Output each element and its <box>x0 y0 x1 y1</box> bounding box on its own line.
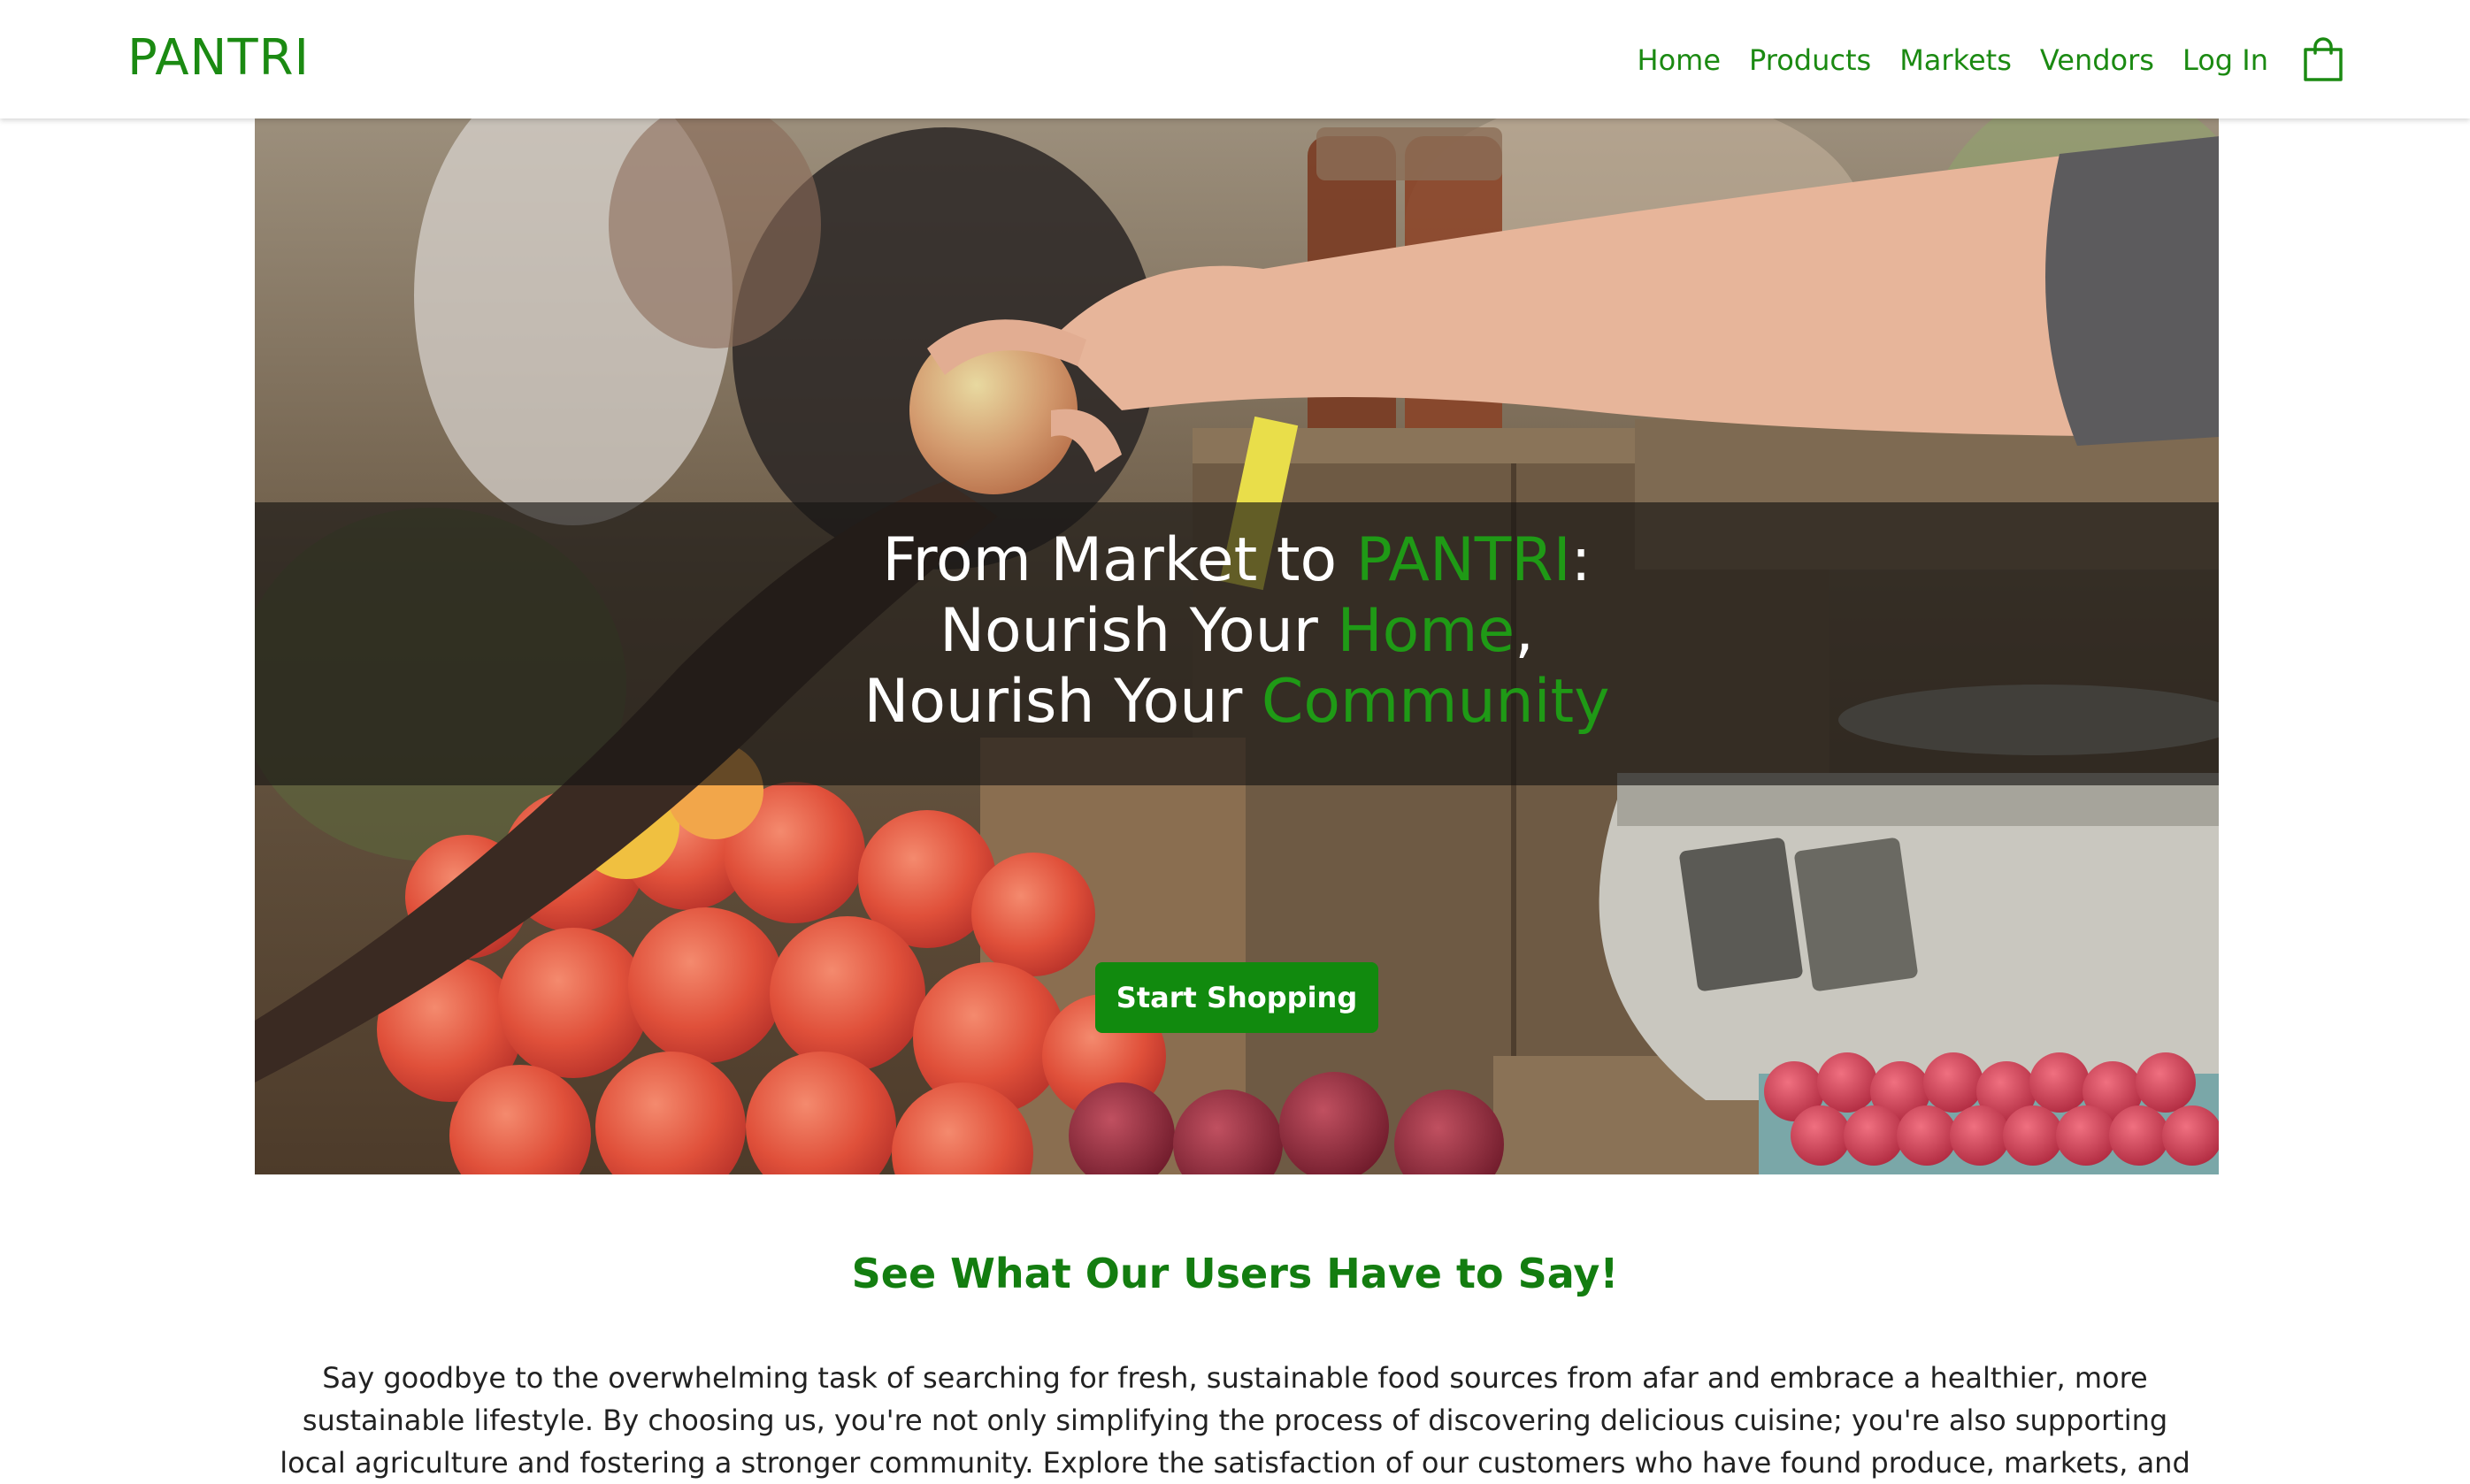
hero-line-3: Nourish Your Community <box>863 667 1610 737</box>
site-header: PANTRI Home Products Markets Vendors Log… <box>0 0 2470 119</box>
nav-products[interactable]: Products <box>1749 32 1871 88</box>
nav-vendors[interactable]: Vendors <box>2040 32 2154 88</box>
main-nav: Home Products Markets Vendors Log In <box>1638 32 2346 88</box>
hero-banner: From Market to PANTRI: Nourish Your Home… <box>255 119 2219 1174</box>
testimonials-intro-text: Say goodbye to the overwhelming task of … <box>280 1361 2190 1480</box>
hero-heading: From Market to PANTRI: Nourish Your Home… <box>255 525 2219 738</box>
brand-logo[interactable]: PANTRI <box>127 27 310 90</box>
hero-accent-community: Community <box>1261 667 1610 737</box>
nav-markets[interactable]: Markets <box>1899 32 2012 88</box>
start-shopping-button[interactable]: Start Shopping <box>1095 962 1378 1033</box>
hero-accent-pantri: PANTRI <box>1355 525 1571 595</box>
nav-home[interactable]: Home <box>1638 32 1722 88</box>
hero-accent-home: Home <box>1337 596 1515 666</box>
shopping-bag-icon[interactable] <box>2300 32 2346 88</box>
nav-login[interactable]: Log In <box>2182 32 2268 88</box>
testimonials-title: See What Our Users Have to Say! <box>851 1250 1619 1297</box>
hero-line-2: Nourish Your Home, <box>940 596 1534 666</box>
hero-line-1: From Market to PANTRI: <box>882 525 1592 595</box>
